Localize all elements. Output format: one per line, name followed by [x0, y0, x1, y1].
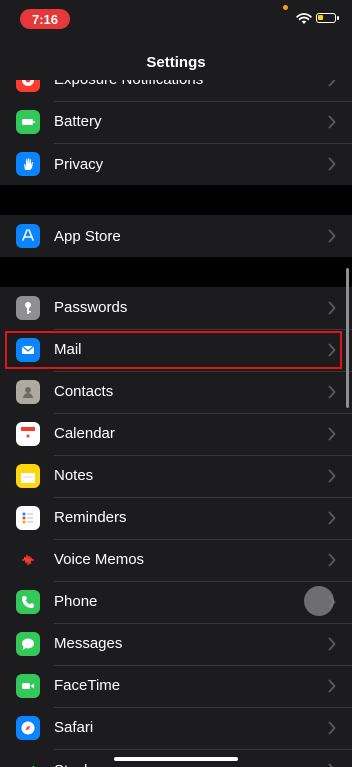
chevron-right-icon [328, 763, 336, 767]
settings-row-mail[interactable]: Mail [0, 329, 352, 372]
settings-row-calendar[interactable]: Calendar [0, 413, 352, 456]
section-gap [0, 257, 352, 287]
settings-row-exposure-notifications[interactable]: Exposure Notifications [0, 80, 352, 102]
settings-row-voice-memos[interactable]: Voice Memos [0, 539, 352, 582]
settings-row-label: App Store [54, 227, 121, 245]
chevron-right-icon [328, 511, 336, 525]
messages-icon [16, 632, 40, 656]
settings-row-label: Calendar [54, 413, 352, 456]
wifi-icon [296, 12, 312, 30]
safari-icon [16, 716, 40, 740]
settings-row-battery[interactable]: Battery [0, 101, 352, 144]
settings-group: Passwords Mail Contacts Calendar Notes Remind… [0, 287, 352, 767]
battery-status-icon [316, 13, 339, 23]
settings-row-label: Privacy [54, 155, 104, 173]
chevron-right-icon [328, 343, 336, 357]
reminders-icon [16, 506, 40, 530]
chevron-right-icon [328, 115, 336, 129]
battery-icon [16, 110, 40, 134]
chevron-right-icon [328, 80, 336, 87]
orange-indicator-dot [283, 5, 288, 10]
home-indicator[interactable] [114, 757, 238, 761]
settings-row-label: Contacts [54, 371, 352, 414]
chevron-right-icon [328, 157, 336, 171]
chevron-right-icon [328, 553, 336, 567]
settings-row-reminders[interactable]: Reminders [0, 497, 352, 540]
key-icon [16, 296, 40, 320]
settings-row-label: Safari [54, 707, 352, 750]
section-gap [0, 185, 352, 215]
stocks-icon [16, 758, 40, 767]
app-store-icon [16, 224, 40, 248]
settings-row-label: Battery [54, 101, 352, 144]
page-title: Settings [146, 53, 206, 71]
settings-row-passwords[interactable]: Passwords [0, 287, 352, 330]
chevron-right-icon [328, 385, 336, 399]
scrollbar[interactable] [346, 268, 349, 408]
status-time[interactable]: 7:16 [20, 9, 70, 29]
settings-row-label: Reminders [54, 497, 352, 540]
settings-row-messages[interactable]: Messages [0, 623, 352, 666]
settings-row-contacts[interactable]: Contacts [0, 371, 352, 414]
facetime-icon [16, 674, 40, 698]
chevron-right-icon [328, 229, 336, 243]
settings-row-app-store[interactable]: App Store [0, 215, 352, 257]
settings-row-facetime[interactable]: FaceTime [0, 665, 352, 708]
settings-row-phone[interactable]: Phone [0, 581, 352, 624]
settings-group: App Store [0, 215, 352, 257]
chevron-right-icon [328, 427, 336, 441]
settings-row-label: Voice Memos [54, 539, 352, 582]
mail-icon [16, 338, 40, 362]
contacts-icon [16, 380, 40, 404]
chevron-right-icon [328, 679, 336, 693]
chevron-right-icon [328, 721, 336, 735]
settings-row-label: FaceTime [54, 665, 352, 708]
settings-row-notes[interactable]: Notes [0, 455, 352, 498]
chevron-right-icon [328, 469, 336, 483]
status-bar: 7:16 [0, 0, 352, 44]
hand-icon [16, 152, 40, 176]
settings-group: Exposure NotificationsBattery Privacy [0, 80, 352, 185]
voice-memos-icon [16, 548, 40, 572]
settings-row-label: Exposure Notifications [54, 80, 352, 102]
nav-bar: Settings [0, 44, 352, 81]
settings-row-label: Mail [54, 329, 352, 372]
settings-row-safari[interactable]: Safari [0, 707, 352, 750]
chevron-right-icon [328, 637, 336, 651]
settings-row-privacy[interactable]: Privacy [0, 143, 352, 185]
chevron-right-icon [328, 301, 336, 315]
settings-row-label: Notes [54, 455, 352, 498]
phone-icon [16, 590, 40, 614]
settings-row-label: Messages [54, 623, 352, 666]
settings-list[interactable]: Exposure NotificationsBattery Privacy App … [0, 80, 352, 767]
calendar-icon [16, 422, 40, 446]
notes-icon [16, 464, 40, 488]
settings-row-label: Passwords [54, 287, 352, 330]
exposure-icon [16, 80, 40, 92]
assistive-touch-button[interactable] [304, 586, 334, 616]
